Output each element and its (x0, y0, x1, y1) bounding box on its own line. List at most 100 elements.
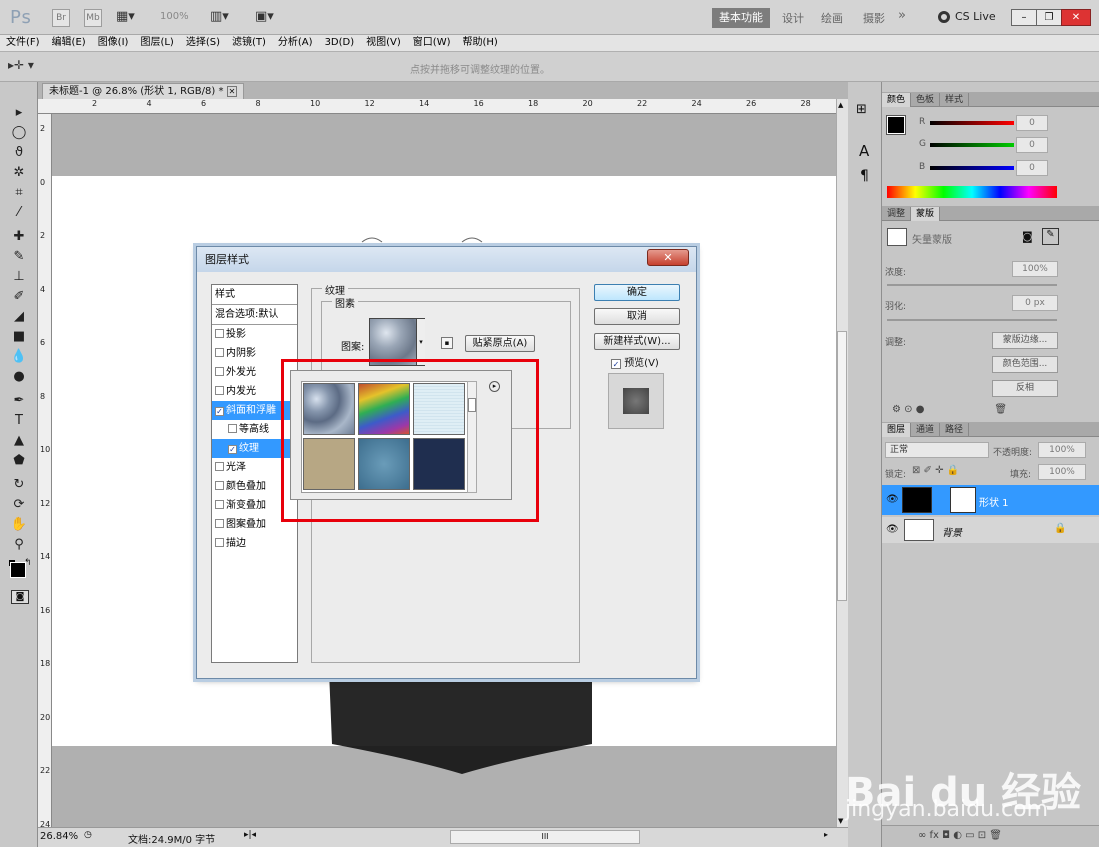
marquee-tool-icon[interactable]: ◯ (9, 124, 29, 142)
shape-tool-icon[interactable]: ⬟ (9, 452, 29, 470)
workspace-painting[interactable]: 绘画 (821, 10, 843, 26)
b-value[interactable]: 0 (1016, 160, 1048, 176)
hand-tool-icon[interactable]: ✋ (9, 516, 29, 534)
pixel-mask-icon[interactable]: ◙ (1022, 230, 1033, 243)
status-expand-icon[interactable]: ▸|◂ (244, 830, 256, 840)
invert-button[interactable]: 反相 (992, 380, 1058, 397)
menu-filter[interactable]: 滤镜(T) (226, 35, 272, 51)
document-tab[interactable]: 未标题-1 @ 26.8% (形状 1, RGB/8) * ✕ (42, 83, 245, 99)
r-value[interactable]: 0 (1016, 115, 1048, 131)
tab-channels[interactable]: 通道 (911, 423, 941, 437)
checkbox-icon[interactable]: ✓ (215, 407, 224, 416)
style-item[interactable]: 投影 (212, 325, 297, 344)
character-panel-icon[interactable]: A (859, 142, 869, 160)
minimize-button[interactable]: – (1011, 9, 1037, 26)
scroll-up-icon[interactable]: ▲ (838, 101, 843, 109)
ok-button[interactable]: 确定 (594, 284, 680, 301)
horizontal-scroll-thumb[interactable]: III (450, 830, 640, 844)
restore-button[interactable]: ❐ (1036, 9, 1062, 26)
new-style-button[interactable]: 新建样式(W)... (594, 333, 680, 350)
feather-slider[interactable] (887, 319, 1057, 321)
layers-footer-icons[interactable]: ∞ fx ◘ ◐ ▭ ⊡ 🗑 (882, 825, 1099, 847)
menu-view[interactable]: 视图(V) (360, 35, 407, 51)
tab-layers[interactable]: 图层 (882, 423, 912, 437)
mask-panel-footer-icons[interactable]: ⚙ ⊙ ● 🗑 (892, 404, 1007, 415)
workspace-photography[interactable]: 摄影 (863, 10, 885, 26)
dialog-close-button[interactable]: ✕ (647, 249, 689, 266)
g-slider[interactable] (930, 143, 1014, 147)
opacity-value[interactable]: 100% (1038, 442, 1086, 458)
tab-color[interactable]: 颜色 (882, 93, 912, 107)
checkbox-icon[interactable]: ✓ (228, 445, 237, 454)
tab-masks[interactable]: 蒙版 (911, 207, 941, 221)
checkbox-icon[interactable] (215, 329, 224, 338)
layer-name[interactable]: 形状 1 (979, 494, 1009, 509)
color-range-button[interactable]: 颜色范围... (992, 356, 1058, 373)
cs-live-menu[interactable]: CS Live (955, 10, 996, 23)
zoom-readout[interactable]: 26.84% (40, 831, 78, 842)
menu-3d[interactable]: 3D(D) (319, 35, 361, 51)
checkbox-icon[interactable]: ✓ (611, 359, 621, 369)
eraser-tool-icon[interactable]: ◢ (9, 308, 29, 326)
checkbox-icon[interactable] (215, 367, 224, 376)
tab-paths[interactable]: 路径 (940, 423, 970, 437)
layer-row-shape[interactable]: 👁 形状 1 (882, 485, 1099, 515)
screen-mode-icon[interactable]: ▣▾ (255, 9, 274, 24)
view-extras-icon[interactable]: ▦▾ (116, 9, 140, 25)
gradient-tool-icon[interactable]: ■ (9, 328, 29, 346)
type-tool-icon[interactable]: T (9, 412, 29, 430)
scroll-right-icon[interactable]: ▸ (824, 830, 828, 839)
preview-checkbox[interactable]: ✓ 预览(V) (611, 354, 659, 369)
menu-image[interactable]: 图像(I) (92, 35, 135, 51)
workspace-design[interactable]: 设计 (782, 10, 804, 26)
menu-window[interactable]: 窗口(W) (407, 35, 457, 51)
close-tab-icon[interactable]: ✕ (226, 86, 238, 97)
blur-tool-icon[interactable]: 💧 (9, 348, 29, 366)
density-slider[interactable] (887, 284, 1057, 286)
snap-to-origin-button[interactable]: 贴紧原点(A) (465, 335, 535, 352)
foreground-color-swatch[interactable] (10, 562, 26, 578)
menu-layer[interactable]: 图层(L) (134, 35, 179, 51)
menu-edit[interactable]: 编辑(E) (46, 35, 92, 51)
vector-mask-icon[interactable]: ✎ (1042, 228, 1059, 245)
quick-mask-icon[interactable]: ◙ (11, 590, 29, 604)
color-ramp[interactable] (887, 186, 1057, 198)
checkbox-icon[interactable] (215, 538, 224, 547)
crop-tool-icon[interactable]: ⌗ (9, 184, 29, 202)
style-item[interactable]: 描边 (212, 534, 297, 553)
g-value[interactable]: 0 (1016, 137, 1048, 153)
history-panel-icon[interactable]: ⊞ (856, 102, 867, 117)
styles-header[interactable]: 样式 (212, 285, 297, 304)
vertical-scrollbar[interactable]: ▲ ▼ (836, 99, 848, 827)
brush-tool-icon[interactable]: ✎ (9, 248, 29, 266)
lock-icons[interactable]: ⊠ ✐ ✛ 🔒 (912, 465, 959, 476)
checkbox-icon[interactable] (215, 519, 224, 528)
foreground-color-chip[interactable] (886, 115, 906, 135)
menu-help[interactable]: 帮助(H) (457, 35, 504, 51)
b-slider[interactable] (930, 166, 1014, 170)
menu-select[interactable]: 选择(S) (180, 35, 226, 51)
cancel-button[interactable]: 取消 (594, 308, 680, 325)
more-workspaces-icon[interactable]: » (898, 8, 906, 23)
pen-tool-icon[interactable]: ✒ (9, 392, 29, 410)
tool-preset-picker-icon[interactable]: ▸✛ ▾ (8, 58, 46, 76)
path-selection-tool-icon[interactable]: ▲ (9, 432, 29, 450)
status-menu-icon[interactable]: ◷ (84, 830, 92, 840)
3d-rotate-tool-icon[interactable]: ↻ (9, 476, 29, 494)
checkbox-icon[interactable] (215, 462, 224, 471)
minibridge-button[interactable]: Mb (84, 9, 102, 27)
menu-file[interactable]: 文件(F) (0, 35, 46, 51)
visibility-eye-icon[interactable]: 👁 (886, 524, 899, 535)
feather-value[interactable]: 0 px (1012, 295, 1058, 311)
vertical-scroll-thumb[interactable] (837, 331, 847, 601)
close-window-button[interactable]: ✕ (1061, 9, 1091, 26)
tab-styles[interactable]: 样式 (940, 93, 970, 107)
3d-orbit-tool-icon[interactable]: ⟳ (9, 496, 29, 514)
healing-brush-tool-icon[interactable]: ✚ (9, 228, 29, 246)
create-preset-icon[interactable]: ▪ (441, 337, 453, 349)
visibility-eye-icon[interactable]: 👁 (886, 494, 899, 505)
density-value[interactable]: 100% (1012, 261, 1058, 277)
blending-options-item[interactable]: 混合选项:默认 (212, 305, 297, 324)
eyedropper-tool-icon[interactable]: ⁄ (9, 204, 29, 222)
tab-swatches[interactable]: 色板 (911, 93, 941, 107)
